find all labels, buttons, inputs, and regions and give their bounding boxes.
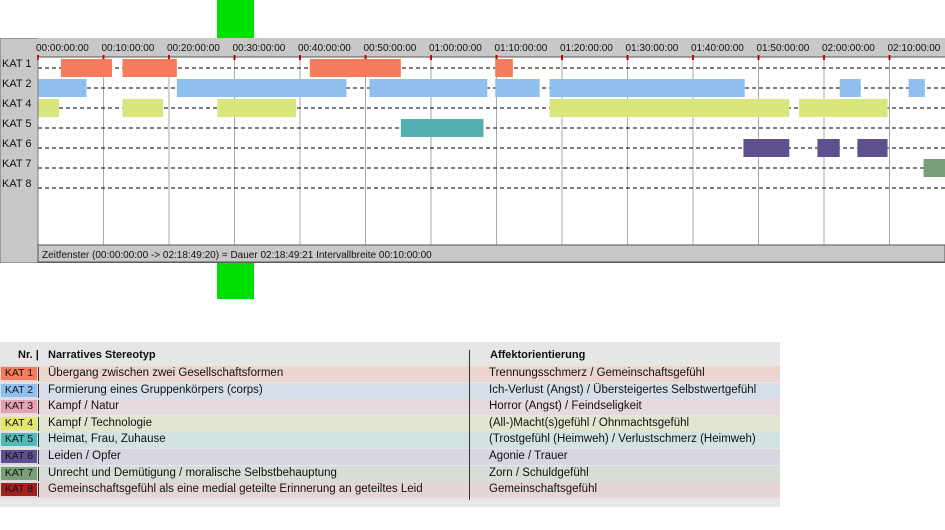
legend-row: KAT 1 Übergang zwischen zwei Gesellschaft… [0,366,780,382]
bar-kat4-0 [38,99,59,117]
narrative-stereotype: Heimat, Frau, Zuhause [48,433,166,446]
bar-kat4-4 [799,99,888,117]
bar-kat4-3 [549,99,790,117]
legend-row-divider [38,450,39,464]
affect-orientation: Gemeinschaftsgefühl [489,483,598,496]
bar-kat2-3 [495,79,540,97]
legend-row-divider [38,367,39,381]
bar-kat6-2 [857,139,888,157]
legend-row-divider [38,416,39,431]
category-badge: KAT 2 [1,383,37,397]
affect-orientation: (All-)Macht(s)gefühl / Ohnmachtsgefühl [489,416,690,429]
legend-row-divider [38,433,39,448]
bar-kat2-5 [839,79,861,97]
tick-label-7: 01:10:00:00 [495,43,548,54]
tick-label-8: 01:20:00:00 [560,43,613,54]
bar-kat5-0 [400,119,484,137]
legend-row: KAT 6 Leiden / Opfer Agonie / Trauer [0,449,780,465]
narrative-stereotype: Formierung eines Gruppenkörpers (corps) [48,383,263,396]
bar-kat1-2 [309,59,401,77]
legend-row-divider [38,400,39,415]
legend-column-separator [469,350,470,500]
category-badge: KAT 1 [1,367,37,380]
row-label-5: KAT 7 [2,158,32,170]
bar-kat2-2 [369,79,488,97]
tick-label-11: 01:50:00:00 [757,43,810,54]
status-text: Zeitfenster (00:00:00:00 -> 02:18:49:20)… [42,250,432,261]
tick-label-6: 01:00:00:00 [429,43,482,54]
legend-row-divider [38,466,39,481]
row-label-6: KAT 8 [2,178,32,190]
legend-row: KAT 7 Unrecht und Demütigung / moralische… [0,465,780,482]
bar-kat4-2 [217,99,297,117]
category-badge: KAT 7 [1,466,37,480]
playhead-marker-bottom[interactable] [217,263,254,299]
bar-kat6-1 [817,139,840,157]
affect-orientation: Agonie / Trauer [489,450,568,462]
playhead-marker-top[interactable] [217,0,254,38]
category-badge: KAT 6 [1,450,37,463]
row-label-1: KAT 2 [2,78,32,90]
legend-header-affect: Affektorientierung [490,349,586,361]
narrative-stereotype: Kampf / Technologie [48,416,152,429]
legend-row: KAT 3 Kampf / Natur Horror (Angst) / Feind… [0,399,780,416]
bar-kat6-0 [743,139,790,157]
legend-header-nr: Nr. | [18,349,39,361]
tick-label-0: 00:00:00:00 [36,43,89,54]
row-label-3: KAT 5 [2,118,32,130]
timeline-svg: 00:00:00:00 00:10:00:00 00:20:00:00 00:30:0… [0,38,945,263]
tick-label-5: 00:50:00:00 [364,43,417,54]
bar-kat2-1 [176,79,347,97]
tick-label-3: 00:30:00:00 [233,43,286,54]
category-legend-table: Nr. | Narratives Stereotyp Affektorienti… [0,342,780,507]
narrative-stereotype: Gemeinschaftsgefühl als eine medial gete… [48,483,423,496]
affect-orientation: Ich-Verlust (Angst) / Übersteigertes Sel… [489,383,757,396]
row-label-4: KAT 6 [2,138,32,150]
legend-row-divider [38,483,39,498]
bar-kat7-0 [923,159,945,177]
tick-label-2: 00:20:00:00 [167,43,220,54]
bar-kat1-0 [60,59,113,77]
legend-row: KAT 8 Gemeinschaftsgefühl als eine medial… [0,482,780,499]
bar-kat2-0 [38,79,87,97]
narrative-stereotype: Kampf / Natur [48,400,119,413]
plot-area [38,57,945,245]
category-badge: KAT 3 [1,400,37,414]
tick-label-4: 00:40:00:00 [298,43,351,54]
category-badge: KAT 8 [1,483,37,497]
legend-row: KAT 5 Heimat, Frau, Zuhause (Trostgefühl (… [0,432,780,449]
legend-header-narrative: Narratives Stereotyp [48,349,156,361]
affect-orientation: (Trostgefühl (Heimweh) / Verlustschmerz … [489,433,756,446]
affect-orientation: Zorn / Schuldgefühl [489,466,589,479]
row-label-0: KAT 1 [2,58,32,70]
narrative-stereotype: Leiden / Opfer [48,450,121,462]
category-badge: KAT 5 [1,433,37,447]
narrative-stereotype: Übergang zwischen zwei Gesellschaftsform… [48,367,284,379]
bar-kat2-6 [908,79,925,97]
tick-label-10: 01:40:00:00 [691,43,744,54]
tick-label-12: 02:00:00:00 [822,43,875,54]
legend-row: KAT 2 Formierung eines Gruppenkörpers (co… [0,382,780,399]
narrative-stereotype: Unrecht und Demütigung / moralische Selb… [48,466,337,479]
bar-kat1-1 [122,59,177,77]
tick-label-9: 01:30:00:00 [626,43,679,54]
bar-kat4-1 [122,99,164,117]
tick-label-1: 00:10:00:00 [102,43,155,54]
tick-label-13: 02:10:00:00 [888,43,941,54]
bar-kat1-3 [495,59,513,77]
bar-kat2-4 [549,79,745,97]
row-label-2: KAT 4 [2,98,32,110]
category-badge: KAT 4 [1,416,37,430]
affect-orientation: Horror (Angst) / Feindseligkeit [489,400,642,413]
timeline-chart: 00:00:00:00 00:10:00:00 00:20:00:00 00:30:0… [0,38,945,263]
affect-orientation: Trennungsschmerz / Gemeinschaftsgefühl [489,367,705,379]
legend-row-divider [38,383,39,398]
legend-row: KAT 4 Kampf / Technologie (All-)Macht(s)ge… [0,415,780,432]
